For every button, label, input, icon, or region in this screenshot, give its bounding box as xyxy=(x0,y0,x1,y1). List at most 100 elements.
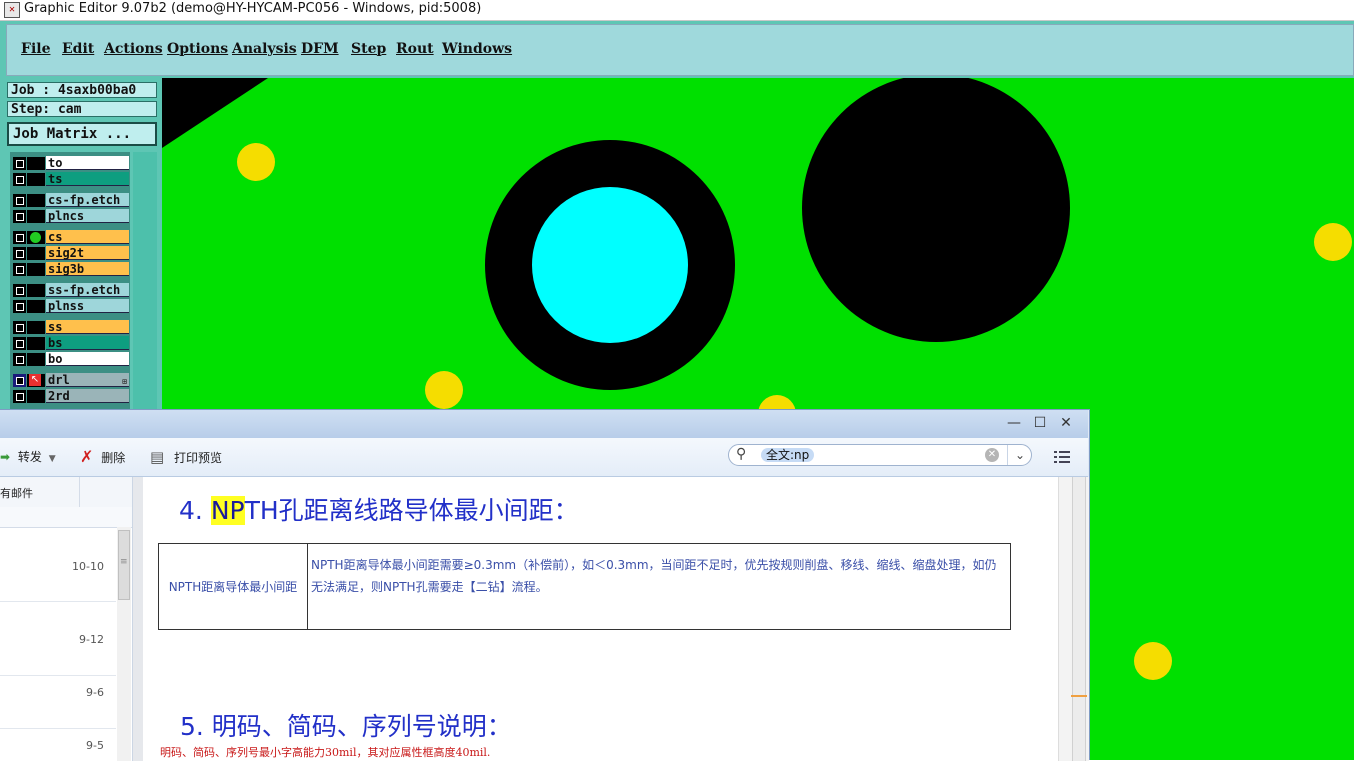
menu-dfm[interactable]: DFM xyxy=(301,41,339,57)
menu-options[interactable]: Options xyxy=(167,41,228,57)
job-matrix-button[interactable]: Job Matrix ... xyxy=(7,122,157,146)
layer-row-drl[interactable]: ↖ drl ⊞ xyxy=(11,373,129,388)
mail-date: 9-5 xyxy=(86,739,104,752)
layer-checkbox[interactable] xyxy=(13,374,26,387)
layer-row-plnss[interactable]: plnss xyxy=(11,299,129,314)
mail-list-scrollbar[interactable]: ≡ xyxy=(117,527,131,761)
menu-step[interactable]: Step xyxy=(351,41,386,57)
mail-list-header[interactable]: 有邮件 xyxy=(0,477,132,508)
forward-button[interactable]: ➡ 转发 ▼ xyxy=(0,448,56,466)
search-highlight: NP xyxy=(210,496,245,525)
menu-bar-inner: File Edit Actions Options Analysis DFM S… xyxy=(6,24,1354,76)
menu-windows[interactable]: Windows xyxy=(442,41,512,57)
layer-row-sig2t[interactable]: sig2t xyxy=(11,246,129,261)
search-icon: ⚲ xyxy=(736,446,747,462)
print-preview-button[interactable]: ▤ 打印预览 xyxy=(150,448,222,466)
layer-name[interactable]: drl ⊞ xyxy=(46,373,129,387)
requirement-table: NPTH距离导体最小间距 NPTH距离导体最小间距需要≥0.3mm（补偿前），如… xyxy=(158,543,1011,630)
section-note: 明码、简码、序列号最小字高能力30mil，其对应属性框高度40mil. xyxy=(160,746,491,759)
close-icon[interactable]: ✕ xyxy=(1058,415,1074,431)
grip-icon: ≡ xyxy=(120,557,128,567)
menu-file[interactable]: File xyxy=(21,41,50,57)
layer-row-2rd[interactable]: 2rd xyxy=(11,389,129,404)
layer-checkbox[interactable] xyxy=(13,337,26,350)
layer-name[interactable]: cs xyxy=(46,230,129,244)
layer-row-cs-fp-etch[interactable]: cs-fp.etch xyxy=(11,193,129,208)
layer-checkbox[interactable] xyxy=(13,263,26,276)
layer-row-bs[interactable]: bs xyxy=(11,336,129,351)
menu-actions[interactable]: Actions xyxy=(104,41,163,57)
mail-item[interactable]: 9-12 xyxy=(0,623,116,676)
search-options-icon[interactable]: ⌄ xyxy=(1007,445,1032,465)
section-heading-4: 4. NPTH孔距离线路导体最小间距： xyxy=(179,496,579,525)
menu-rout[interactable]: Rout xyxy=(396,41,434,57)
layer-name[interactable]: bs xyxy=(46,336,129,350)
maximize-icon[interactable]: ☐ xyxy=(1032,415,1048,431)
layer-checkbox[interactable] xyxy=(13,390,26,403)
layer-row-sig3b[interactable]: sig3b xyxy=(11,262,129,277)
layer-name[interactable]: 2rd xyxy=(46,389,129,403)
layer-name[interactable]: sig2t xyxy=(46,246,129,260)
layer-name[interactable]: cs-fp.etch xyxy=(46,193,129,207)
layer-scrollbar[interactable] xyxy=(133,152,157,410)
title-bar: ✕ Graphic Editor 9.07b2 (demo@HY-HYCAM-P… xyxy=(0,0,1354,21)
layer-checkbox[interactable] xyxy=(13,194,26,207)
drill-icon: ↖ xyxy=(29,374,41,386)
document-scrollbar[interactable] xyxy=(1058,477,1089,761)
layer-checkbox[interactable] xyxy=(13,284,26,297)
layer-checkbox[interactable] xyxy=(13,247,26,260)
window-title: Graphic Editor 9.07b2 (demo@HY-HYCAM-PC0… xyxy=(24,1,482,16)
table-text-cell: NPTH距离导体最小间距需要≥0.3mm（补偿前），如＜0.3mm，当间距不足时… xyxy=(311,558,997,594)
layer-row-plncs[interactable]: plncs xyxy=(11,209,129,224)
layer-name[interactable]: to xyxy=(46,156,129,170)
delete-button[interactable]: ✗ 删除 xyxy=(80,448,125,466)
scroll-thumb[interactable] xyxy=(1072,477,1086,761)
chevron-down-icon: ▼ xyxy=(48,454,56,464)
document-page: 4. NPTH孔距离线路导体最小间距： NPTH距离导体最小间距 NPTH距离导… xyxy=(143,477,1058,761)
layer-name[interactable]: ss xyxy=(46,320,129,334)
layer-checkbox[interactable] xyxy=(13,321,26,334)
minimize-icon[interactable]: — xyxy=(1006,415,1022,431)
layer-checkbox[interactable] xyxy=(13,353,26,366)
layer-name[interactable]: sig3b xyxy=(46,262,129,276)
list-view-icon[interactable] xyxy=(1054,450,1070,464)
layer-checkbox[interactable] xyxy=(13,231,26,244)
layer-row-cs[interactable]: cs xyxy=(11,230,129,245)
layer-list: to ts cs-fp.etch plncs cs sig2t sig3b ss… xyxy=(10,152,130,410)
pad xyxy=(1134,642,1172,680)
npth-hole xyxy=(802,74,1070,342)
mail-item[interactable]: 9-5 xyxy=(0,729,116,761)
document-toolbar: ➡ 转发 ▼ ✗ 删除 ▤ 打印预览 ⚲ 全文:np ✕ ⌄ xyxy=(0,438,1088,477)
mail-item[interactable]: 10-10 xyxy=(0,549,116,602)
clear-search-icon[interactable]: ✕ xyxy=(985,448,999,462)
active-layer-icon xyxy=(30,232,41,243)
mail-item[interactable]: 9-6 xyxy=(0,676,116,729)
layer-checkbox[interactable] xyxy=(13,300,26,313)
forward-icon: ➡ xyxy=(0,450,11,464)
layer-checkbox[interactable] xyxy=(13,173,26,186)
layer-checkbox[interactable] xyxy=(13,210,26,223)
layer-row-ts[interactable]: ts xyxy=(11,172,129,187)
table-label-cell: NPTH距离导体最小间距 xyxy=(159,544,308,629)
mail-list: 有邮件 10-10 9-12 9-6 9-5 ≡ xyxy=(0,477,133,761)
job-label: Job : 4saxb00ba0 xyxy=(7,82,157,98)
search-query: 全文:np xyxy=(761,448,815,462)
menu-edit[interactable]: Edit xyxy=(62,41,94,57)
pad xyxy=(425,371,463,409)
layer-row-ss[interactable]: ss xyxy=(11,320,129,335)
layer-name[interactable]: ss-fp.etch xyxy=(46,283,129,297)
search-input[interactable]: ⚲ 全文:np ✕ ⌄ xyxy=(728,444,1032,466)
layer-name[interactable]: ts xyxy=(46,172,129,186)
layer-name-text: drl xyxy=(48,373,70,387)
layer-name[interactable]: plncs xyxy=(46,209,129,223)
step-label: Step: cam xyxy=(7,101,157,117)
layer-row-bo[interactable]: bo xyxy=(11,352,129,367)
layer-name[interactable]: bo xyxy=(46,352,129,366)
menu-analysis[interactable]: Analysis xyxy=(232,41,297,57)
layer-row-ss-fp-etch[interactable]: ss-fp.etch xyxy=(11,283,129,298)
app-icon[interactable]: ✕ xyxy=(4,2,20,18)
layer-name[interactable]: plnss xyxy=(46,299,129,313)
layer-row-to[interactable]: to xyxy=(11,156,129,171)
layer-checkbox[interactable] xyxy=(13,157,26,170)
expand-icon[interactable]: ⊞ xyxy=(122,375,127,389)
